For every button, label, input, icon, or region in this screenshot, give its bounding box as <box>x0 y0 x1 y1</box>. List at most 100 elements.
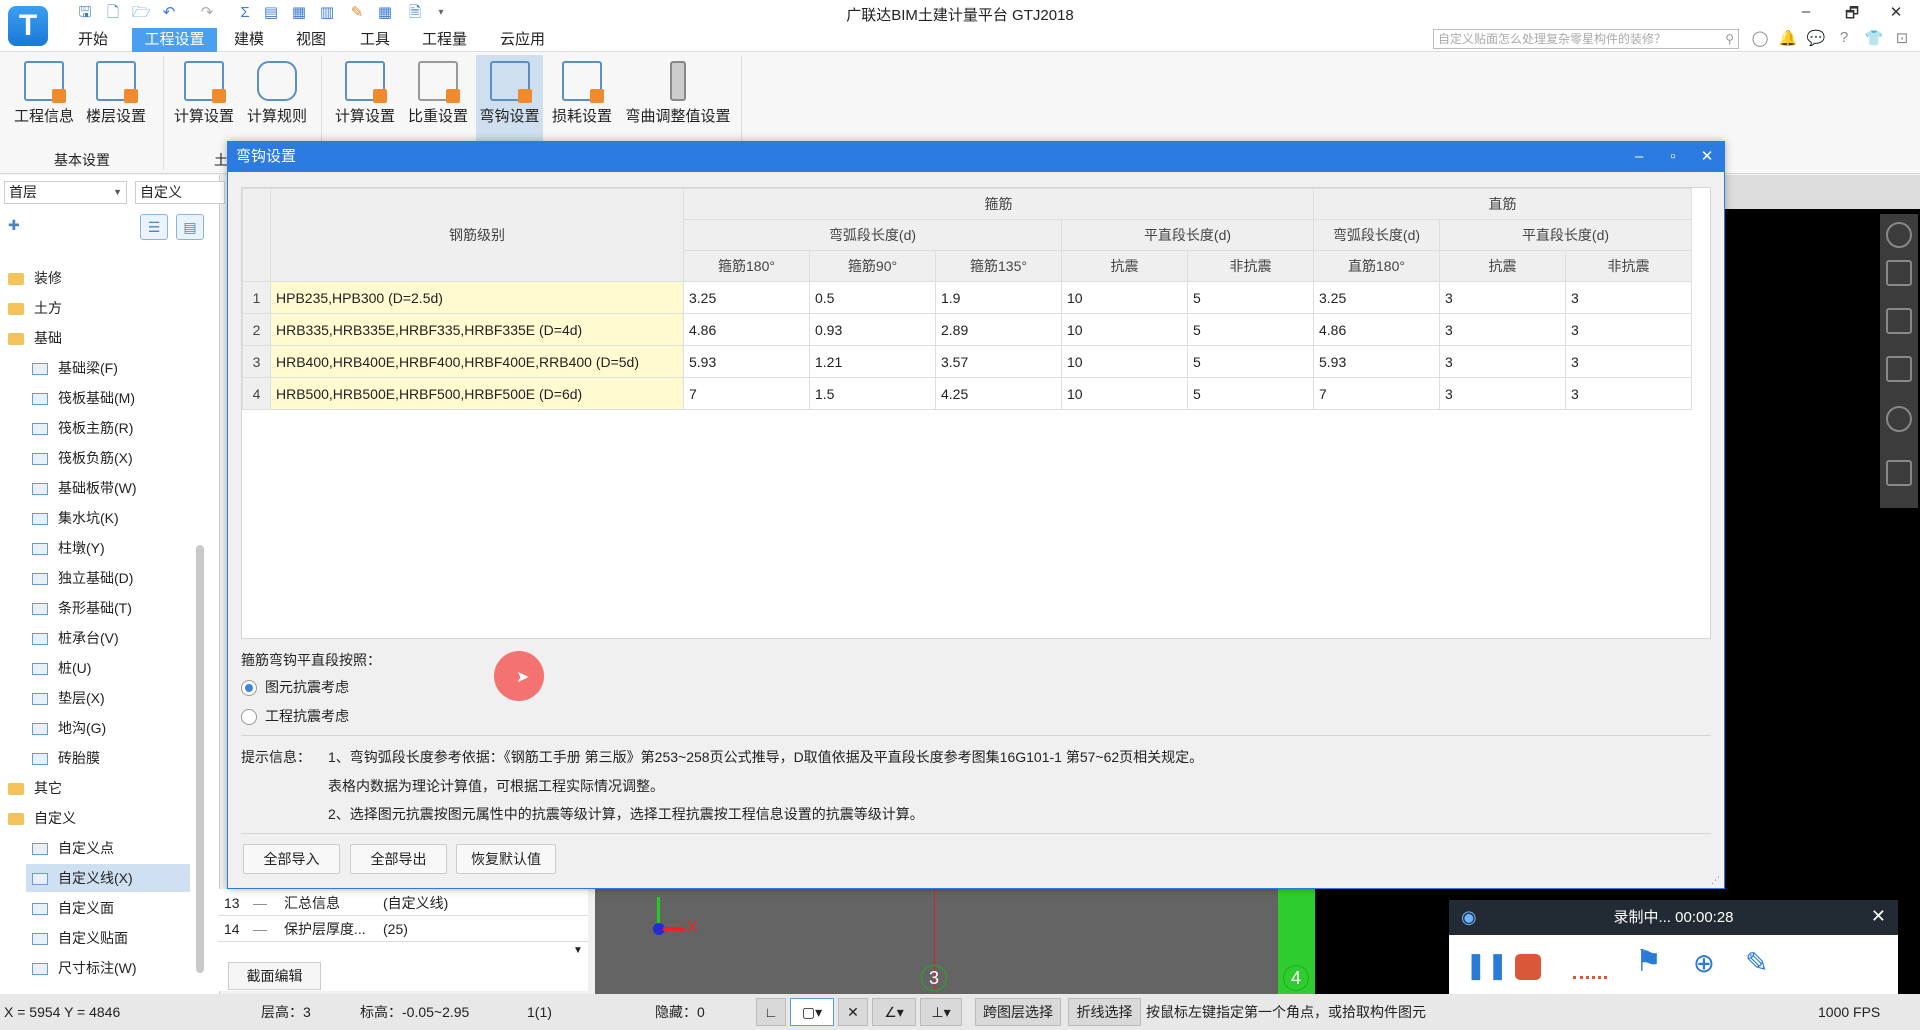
value-cell[interactable]: 10 <box>1061 313 1188 346</box>
tree-item[interactable]: 自定义贴面 <box>26 924 190 952</box>
close-button[interactable]: ✕ <box>1884 3 1908 21</box>
value-cell[interactable]: 3 <box>1439 377 1566 410</box>
search-icon[interactable]: ⚲ <box>1725 30 1734 48</box>
orbit-icon[interactable] <box>1886 222 1912 248</box>
angle-icon[interactable]: ∠▾ <box>872 998 916 1026</box>
tree-item[interactable]: 独立基础(D) <box>26 564 190 592</box>
section-edit-button[interactable]: 截面编辑 <box>228 962 321 990</box>
pause-icon[interactable]: ❚❚ <box>1465 950 1509 981</box>
value-cell[interactable]: 1.5 <box>809 377 936 410</box>
tree-folder[interactable]: 装修 <box>0 264 190 292</box>
rebar-calc-settings-button[interactable]: 计算设置 <box>330 55 400 141</box>
detail-view-icon[interactable]: ▤ <box>176 214 204 240</box>
value-cell[interactable]: 5 <box>1187 345 1314 378</box>
dialog-minimize-button[interactable]: – <box>1624 142 1654 172</box>
tree-item[interactable]: 基础板带(W) <box>26 474 190 502</box>
hook-settings-button[interactable]: 弯钩设置 <box>476 55 543 141</box>
tab-modeling[interactable]: 建模 <box>226 28 272 52</box>
export-icon[interactable]: 🗎 <box>406 4 424 22</box>
tree-item[interactable]: 条形基础(T) <box>26 594 190 622</box>
floor-select[interactable]: 首层 ▼ <box>4 181 127 204</box>
tree-folder[interactable]: 其它 <box>0 774 190 802</box>
pen-icon[interactable]: ✎ <box>348 4 366 22</box>
pen-icon[interactable]: ✎ <box>1745 946 1768 979</box>
value-cell[interactable]: 3 <box>1565 313 1692 346</box>
tree-folder[interactable]: 土方 <box>0 294 190 322</box>
grid-icon[interactable]: ▦ <box>376 4 394 22</box>
tree-item[interactable]: 地沟(G) <box>26 714 190 742</box>
box-view-icon[interactable] <box>1886 308 1912 334</box>
rebar-grade-cell[interactable]: HPB235,HPB300 (D=2.5d) <box>270 281 684 314</box>
value-cell[interactable]: 4.86 <box>683 313 810 346</box>
tree-folder[interactable]: 基础 <box>0 324 190 352</box>
open-folder-icon[interactable]: 🗁 <box>132 4 151 22</box>
value-cell[interactable]: 10 <box>1061 345 1188 378</box>
stop-icon[interactable] <box>1515 954 1541 980</box>
value-cell[interactable]: 7 <box>683 377 810 410</box>
message-icon[interactable]: 💬 <box>1806 29 1826 47</box>
minimize-button[interactable]: – <box>1794 3 1818 20</box>
cross-layer-select-button[interactable]: 跨图层选择 <box>975 998 1061 1026</box>
tab-tools[interactable]: 工具 <box>352 28 398 52</box>
redo-icon[interactable]: ↷ <box>198 4 216 22</box>
bend-adjust-settings-button[interactable]: 弯曲调整值设置 <box>622 55 734 141</box>
value-cell[interactable]: 3 <box>1439 281 1566 314</box>
value-cell[interactable]: 3 <box>1439 345 1566 378</box>
value-cell[interactable]: 3 <box>1565 377 1692 410</box>
bell-icon[interactable]: 🔔 <box>1778 29 1798 47</box>
value-cell[interactable]: 3 <box>1439 313 1566 346</box>
dialog-close-button[interactable]: ✕ <box>1692 142 1722 172</box>
value-cell[interactable]: 0.93 <box>809 313 936 346</box>
radio-checked-icon[interactable] <box>241 680 257 697</box>
tree-item[interactable]: 自定义线(X) <box>26 864 190 892</box>
tree-item[interactable]: 自定义面 <box>26 894 190 922</box>
offset-icon[interactable]: ⊥▾ <box>920 998 962 1026</box>
scroll-down-icon[interactable]: ▼ <box>573 945 583 956</box>
tab-project-settings[interactable]: 工程设置 <box>132 28 217 52</box>
cross-icon[interactable]: ✕ <box>838 998 868 1026</box>
rotate-icon[interactable] <box>1886 406 1912 432</box>
dialog-maximize-button[interactable]: ▫ <box>1658 142 1688 172</box>
value-cell[interactable]: 4.86 <box>1313 313 1440 346</box>
value-cell[interactable]: 5.93 <box>683 345 810 378</box>
value-cell[interactable]: 0.5 <box>809 281 936 314</box>
new-file-icon[interactable]: 🗋 <box>104 4 122 22</box>
value-cell[interactable]: 5 <box>1187 281 1314 314</box>
value-cell[interactable]: 5.93 <box>1313 345 1440 378</box>
pointer-icon[interactable]: ⚑ <box>1635 944 1662 979</box>
skin-icon[interactable]: 👕 <box>1864 29 1884 47</box>
calc-rules-button[interactable]: 计算规则 <box>243 55 311 141</box>
tree-item[interactable]: 柱墩(Y) <box>26 534 190 562</box>
drawing-canvas[interactable]: X 3 <box>595 889 1278 994</box>
loss-settings-button[interactable]: 损耗设置 <box>547 55 617 141</box>
zoom-add-icon[interactable]: ⊕ <box>1693 948 1715 979</box>
recorder-close-button[interactable]: ✕ <box>1871 906 1886 927</box>
rebar-grade-cell[interactable]: HRB500,HRB500E,HRBF500,HRBF500E (D=6d) <box>270 377 684 410</box>
add-component-icon[interactable]: ✚ <box>8 217 20 234</box>
tree-folder[interactable]: 自定义 <box>0 804 190 832</box>
value-cell[interactable]: 1.9 <box>935 281 1062 314</box>
tree-item[interactable]: 集水坑(K) <box>26 504 190 532</box>
tab-view[interactable]: 视图 <box>288 28 334 52</box>
rebar-grade-cell[interactable]: HRB400,HRB400E,HRBF400,HRBF400E,RRB400 (… <box>270 345 684 378</box>
restore-defaults-button[interactable]: 恢复默认值 <box>456 844 556 874</box>
resize-grip-icon[interactable]: ⋰ <box>1711 875 1720 886</box>
rebar-grade-cell[interactable]: HRB335,HRB335E,HRBF335,HRBF335E (D=4d) <box>270 313 684 346</box>
value-cell[interactable]: 5 <box>1187 313 1314 346</box>
customize-dropdown-icon[interactable]: ▾ <box>432 4 450 22</box>
help-icon[interactable]: ? <box>1834 29 1854 46</box>
tab-quantity[interactable]: 工程量 <box>414 28 475 52</box>
value-cell[interactable]: 7 <box>1313 377 1440 410</box>
value-cell[interactable]: 3.25 <box>1313 281 1440 314</box>
view-report-icon[interactable]: ▦ <box>290 4 308 22</box>
tree-item[interactable]: 垫层(X) <box>26 684 190 712</box>
window-mode-icon[interactable]: ⊡ <box>1892 29 1912 47</box>
value-cell[interactable]: 10 <box>1061 281 1188 314</box>
value-cell[interactable]: 2.89 <box>935 313 1062 346</box>
export-all-button[interactable]: 全部导出 <box>350 844 447 874</box>
dialog-title-bar[interactable]: 弯钩设置 <box>228 142 1724 172</box>
plan-view-icon[interactable] <box>1886 356 1912 382</box>
list-view-icon[interactable]: ☰ <box>140 214 168 240</box>
restore-button[interactable]: 🗗 <box>1840 3 1864 28</box>
radio-unchecked-icon[interactable] <box>241 709 257 726</box>
